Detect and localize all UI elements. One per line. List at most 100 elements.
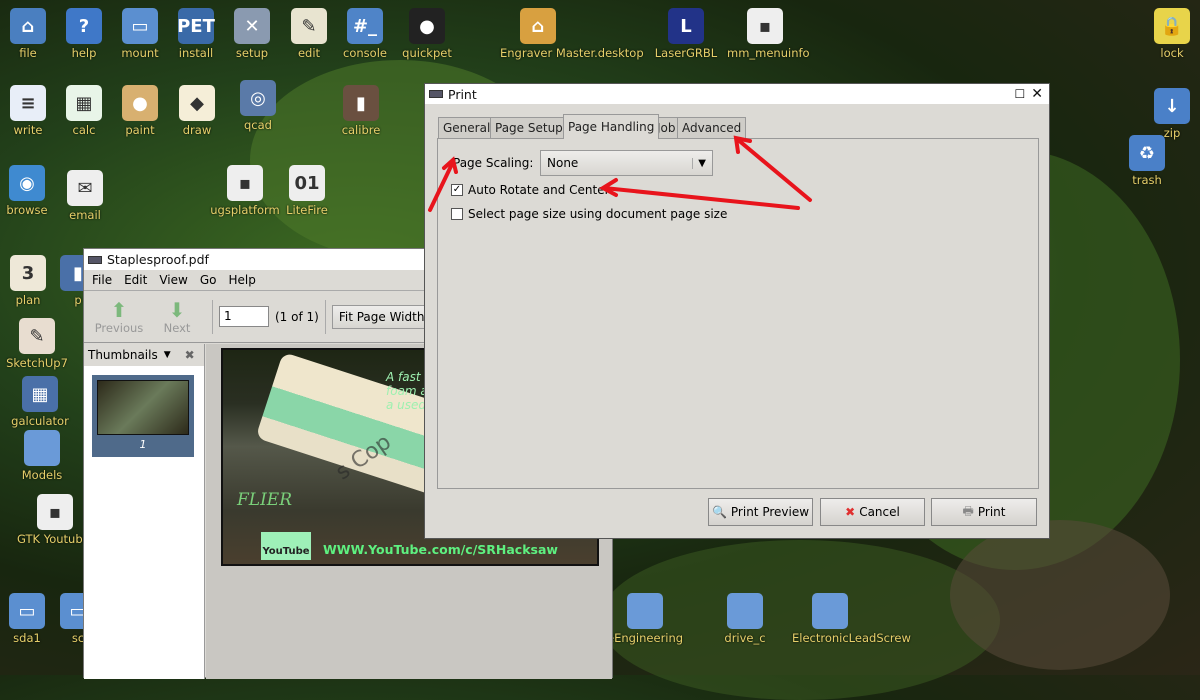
desktop-icon-label: email (69, 208, 101, 222)
arrow-up-icon: ⬆ (110, 297, 128, 322)
desktop-icon-label: trash (1132, 173, 1162, 187)
folder-icon (24, 430, 60, 466)
desktop-icon-label: ElectronicLeadScrew (792, 631, 911, 645)
auto-rotate-checkbox[interactable]: ✓ Auto Rotate and Center (451, 183, 610, 197)
page-number-input[interactable]: 1 (219, 306, 269, 327)
desktop-icon-label: quickpet (402, 46, 452, 60)
cancel-label: Cancel (859, 505, 900, 519)
desktop-icon-lasergrbl[interactable]: L LaserGRBL (648, 8, 724, 60)
books-icon: ▮ (343, 85, 379, 121)
desktop-icon-zip[interactable]: ↓ zip (1134, 88, 1200, 140)
folder-icon (627, 593, 663, 629)
menu-file[interactable]: File (92, 273, 112, 287)
palette-icon: ● (122, 85, 158, 121)
page-scaling-value: None (547, 156, 579, 170)
thumbnail-label: 1 (139, 438, 147, 451)
arrow-down-icon: ⬇ (168, 297, 186, 322)
printer-icon: 🖶 (962, 503, 974, 518)
separator (324, 299, 326, 334)
desktop-icon-galculator[interactable]: ▦ galculator (2, 376, 78, 428)
drive-icon: ▭ (122, 8, 158, 44)
draw-icon: ◆ (179, 85, 215, 121)
cancel-icon: ✖ (845, 505, 856, 519)
desktop-icon-label: GTK Youtube V (17, 532, 102, 546)
print-label: Print (977, 505, 1006, 519)
previous-button[interactable]: ⬆ Previous (90, 299, 148, 335)
print-title-bar[interactable]: Print ☐ ✕ (425, 84, 1049, 104)
desktop-icon-calibre[interactable]: ▮ calibre (323, 85, 399, 137)
app-icon (429, 90, 443, 98)
flier-text: FLIER (237, 490, 293, 510)
dog-icon: ● (409, 8, 445, 44)
folder-icon (812, 593, 848, 629)
writer-icon: ≡ (10, 85, 46, 121)
desktop-icon-label: galculator (11, 414, 69, 428)
dialog-title: Print (448, 86, 477, 102)
next-button[interactable]: ⬇ Next (148, 299, 206, 335)
window-title: Staplesproof.pdf (107, 252, 209, 267)
page-scaling-select[interactable]: None ▼ (540, 150, 713, 176)
sidebar: Thumbnails ▼ ✖ 1 (84, 344, 205, 679)
desktop-icon-trash[interactable]: ♻ trash (1109, 135, 1185, 187)
menu-edit[interactable]: Edit (124, 273, 147, 287)
tab-general[interactable]: General (438, 117, 496, 138)
desktop-icon-sketchup7[interactable]: ✎ SketchUp7 (0, 318, 75, 370)
desktop-icon-engraver-master-desktop[interactable]: ⌂ Engraver Master.desktop (500, 8, 644, 60)
thumbnail-item[interactable]: 1 (92, 375, 194, 457)
close-icon[interactable]: ✖ (185, 348, 195, 362)
zoom-value: Fit Page Width (338, 309, 425, 324)
print-preview-button[interactable]: 🔍 Print Preview (708, 498, 813, 526)
print-preview-label: Print Preview (730, 505, 810, 519)
close-icon[interactable]: ✕ (1031, 86, 1043, 102)
house-icon: ⌂ (520, 8, 556, 44)
select-page-size-checkbox[interactable]: Select page size using document page siz… (451, 207, 727, 221)
desktop-icon-litefire[interactable]: 01 LiteFire (269, 165, 345, 217)
sketchup-icon: ✎ (19, 318, 55, 354)
sidebar-title[interactable]: Thumbnails (88, 348, 158, 362)
desktop-icon-label: lock (1160, 46, 1184, 60)
next-label: Next (163, 320, 191, 335)
desktop-icon-label: Models (21, 468, 63, 482)
desktop-icon-qcad[interactable]: ◎ qcad (220, 80, 296, 132)
tab-page-handling[interactable]: Page Handling (563, 114, 660, 139)
sidebar-header: Thumbnails ▼ ✖ (84, 344, 204, 366)
cad-icon: ◎ (240, 80, 276, 116)
pet-package-icon: PET (177, 8, 215, 44)
dropdown-arrow-icon[interactable]: ▼ (164, 350, 171, 360)
dropdown-arrow-icon: ▼ (692, 157, 706, 169)
script-file-icon: ▪ (747, 8, 783, 44)
desktop-icon-label: qcad (244, 118, 272, 132)
desktop-icon-label: LiteFire (286, 203, 328, 217)
tab-page-setup[interactable]: Page Setup (490, 117, 568, 138)
desktop-icon-gtk-youtube-v[interactable]: ▪ GTK Youtube V (17, 494, 102, 546)
desktop-icon-electronicleadscrew[interactable]: ElectronicLeadScrew (792, 593, 911, 645)
desktop-icon-lock[interactable]: 🔒 lock (1134, 8, 1200, 60)
folder-icon (727, 593, 763, 629)
tab-advanced[interactable]: Advanced (677, 117, 747, 138)
youtube-logo: YouTube (261, 532, 311, 560)
lock-icon: 🔒 (1154, 8, 1190, 44)
help-icon: ? (66, 8, 102, 44)
desktop-icon-mm-menuinfo[interactable]: ▪ mm_menuinfo (727, 8, 810, 60)
menu-view[interactable]: View (159, 273, 187, 287)
desktop-icon-eengineering[interactable]: eEngineering (607, 593, 683, 645)
desktop-icon-label: drive_c (724, 631, 766, 645)
calculator-icon: ▦ (22, 376, 58, 412)
binary-file-icon: 01 (289, 165, 325, 201)
script-file-icon: ▪ (37, 494, 73, 530)
desktop-icon-models[interactable]: Models (4, 430, 80, 482)
cancel-button[interactable]: ✖ Cancel (820, 498, 925, 526)
desktop-icon-drive-c[interactable]: drive_c (707, 593, 783, 645)
maximize-icon[interactable]: ☐ (1015, 87, 1026, 101)
trash-icon: ♻ (1129, 135, 1165, 171)
desktop-icon-email[interactable]: ✉ email (47, 170, 123, 222)
page-count: (1 of 1) (275, 309, 319, 324)
desktop-icon-quickpet[interactable]: ● quickpet (389, 8, 465, 60)
checkbox-checked-icon: ✓ (451, 184, 463, 196)
print-button[interactable]: 🖶 Print (931, 498, 1037, 526)
desktop-icon-label: calibre (341, 123, 381, 137)
laser-icon: L (668, 8, 704, 44)
menu-go[interactable]: Go (200, 273, 217, 287)
menu-help[interactable]: Help (228, 273, 255, 287)
desktop-icon-label: eEngineering (607, 631, 684, 645)
